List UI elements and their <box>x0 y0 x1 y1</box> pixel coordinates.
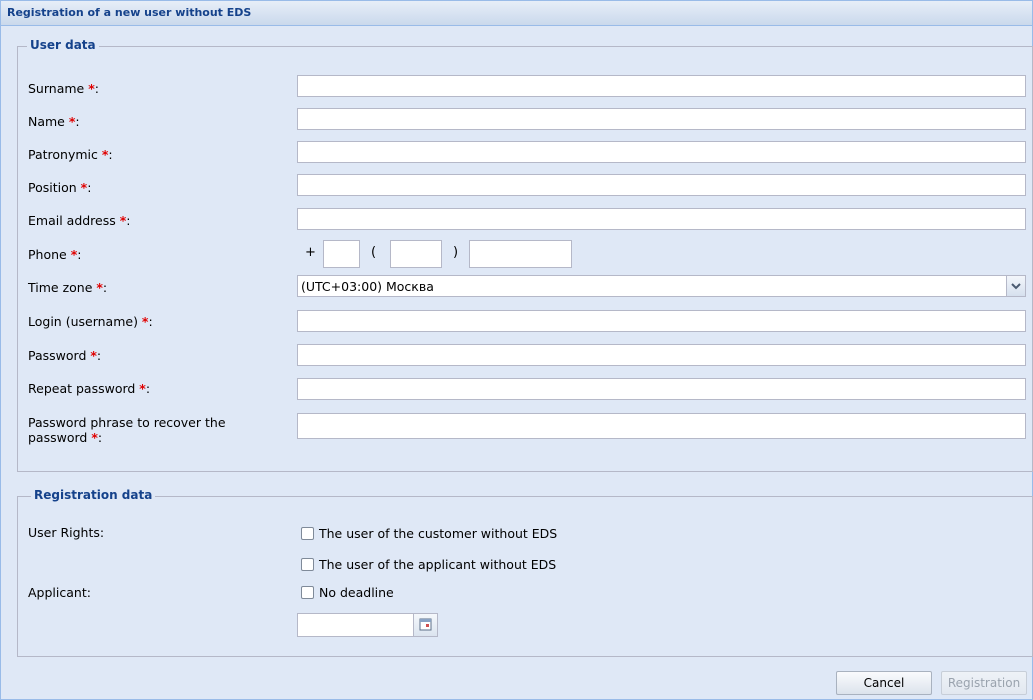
phone-label: Phone *: <box>28 247 82 262</box>
phone-plus: + <box>305 245 316 260</box>
phone-country-code-input[interactable] <box>323 240 360 268</box>
login-label: Login (username) *: <box>28 314 153 329</box>
cancel-button[interactable]: Cancel <box>836 671 932 695</box>
email-input[interactable] <box>297 208 1026 230</box>
applicant-label: Applicant: <box>28 585 91 600</box>
password-label: Password *: <box>28 348 102 363</box>
chevron-down-icon[interactable] <box>1006 276 1025 296</box>
registration-button[interactable]: Registration <box>941 671 1027 695</box>
name-input[interactable] <box>297 108 1026 130</box>
phone-close-paren: ) <box>453 245 459 260</box>
timezone-value: (UTC+03:00) Москва <box>301 279 434 294</box>
applicant-right-checkbox[interactable] <box>301 558 314 571</box>
timezone-label: Time zone *: <box>28 280 108 295</box>
user-data-legend: User data <box>27 38 99 52</box>
no-deadline-checkbox[interactable] <box>301 586 314 599</box>
phrase-label: Password phrase to recover the password … <box>28 415 226 445</box>
position-label: Position *: <box>28 180 92 195</box>
surname-input[interactable] <box>297 75 1026 97</box>
phrase-label-line1: Password phrase to recover the <box>28 415 226 430</box>
position-input[interactable] <box>297 174 1026 196</box>
customer-right-checkbox[interactable] <box>301 527 314 540</box>
phone-open-paren: ( <box>371 245 377 260</box>
registration-data-legend: Registration data <box>31 488 156 502</box>
phone-area-code-input[interactable] <box>390 240 442 268</box>
calendar-icon <box>419 618 432 631</box>
calendar-picker-button[interactable] <box>413 613 438 637</box>
no-deadline-label[interactable]: No deadline <box>319 585 394 600</box>
patronymic-label: Patronymic *: <box>28 147 113 162</box>
repeat-password-input[interactable] <box>297 378 1026 400</box>
name-label: Name *: <box>28 114 80 129</box>
user-rights-label: User Rights: <box>28 525 105 540</box>
timezone-select[interactable]: (UTC+03:00) Москва <box>297 275 1026 297</box>
surname-label: Surname *: <box>28 81 99 96</box>
customer-right-label[interactable]: The user of the customer without EDS <box>319 526 557 541</box>
phone-number-input[interactable] <box>469 240 572 268</box>
registration-window: Registration of a new user without EDS U… <box>0 0 1033 700</box>
registration-data-fieldset: Registration data <box>17 488 1033 657</box>
login-input[interactable] <box>297 310 1026 332</box>
applicant-right-label[interactable]: The user of the applicant without EDS <box>319 557 556 572</box>
repeat-password-label: Repeat password *: <box>28 381 151 396</box>
window-title: Registration of a new user without EDS <box>7 6 252 19</box>
email-label: Email address *: <box>28 213 131 228</box>
password-input[interactable] <box>297 344 1026 366</box>
patronymic-input[interactable] <box>297 141 1026 163</box>
password-phrase-input[interactable] <box>297 413 1026 439</box>
window-titlebar: Registration of a new user without EDS <box>1 1 1032 26</box>
deadline-date-input[interactable] <box>297 613 414 637</box>
